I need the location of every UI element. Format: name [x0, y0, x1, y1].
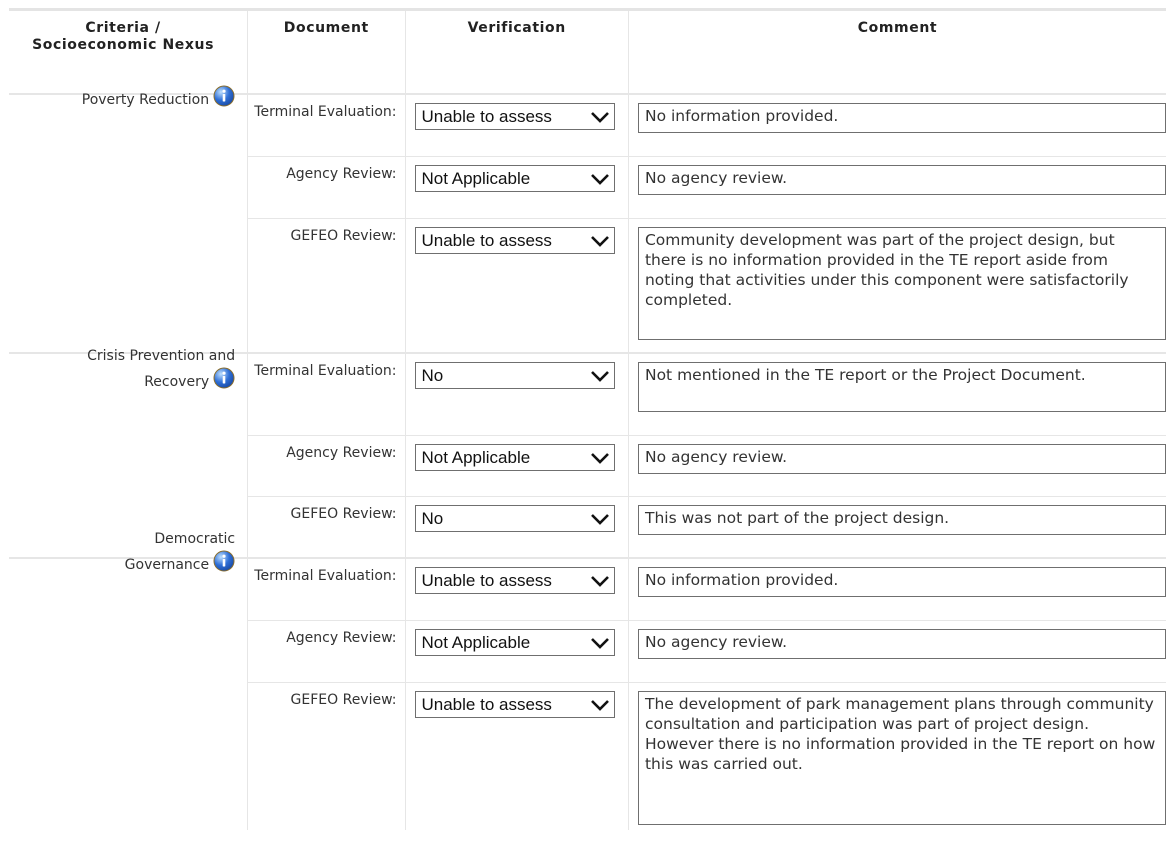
document-cell: Terminal Evaluation: [247, 353, 406, 436]
verification-cell: Not Applicable [405, 435, 629, 497]
criteria-label-wrap: Democratic Governance [9, 529, 247, 576]
table-row: Crisis Prevention and Recovery Terminal … [9, 348, 1166, 559]
document-cell: Agency Review: [247, 620, 406, 683]
comment-textarea[interactable]: No information provided. [637, 567, 1166, 597]
chevron-down-icon [590, 452, 609, 464]
chevron-down-icon [590, 637, 609, 649]
info-icon[interactable] [213, 367, 235, 389]
comment-cell: Community development was part of the pr… [628, 218, 1166, 354]
header-criteria-label: Criteria / Socioeconomic Nexus [32, 20, 215, 53]
verification-selected-value: Unable to assess [421, 571, 552, 590]
verification-select[interactable]: Unable to assess [414, 567, 615, 594]
comment-cell: No agency review. [628, 620, 1166, 683]
chevron-down-icon [590, 173, 609, 185]
header-document-label: Document [283, 20, 369, 36]
comment-textarea[interactable]: The development of park management plans… [637, 690, 1166, 825]
document-label: Agency Review: [286, 165, 397, 182]
document-label: Agency Review: [286, 444, 397, 461]
verification-cell: No [405, 496, 629, 559]
verification-cell: No [405, 353, 629, 436]
table-row: Poverty Reduction Terminal Evaluation: U… [9, 85, 1166, 354]
chevron-down-icon [590, 235, 609, 247]
document-cell: GEFEO Review: [247, 496, 406, 559]
verification-select[interactable]: Unable to assess [414, 690, 615, 718]
document-cell: GEFEO Review: [247, 218, 406, 354]
table-row: Democratic Governance Terminal Evaluatio… [9, 531, 1166, 830]
verification-selected-value: No [421, 366, 444, 385]
chevron-down-icon [590, 112, 609, 123]
criteria-cell-poverty-reduction: Poverty Reduction [9, 85, 249, 354]
chevron-down-icon [590, 371, 609, 382]
comment-cell: No information provided. [628, 558, 1166, 621]
verification-cell: Not Applicable [405, 620, 629, 683]
criteria-label-wrap: Crisis Prevention and Recovery [9, 346, 247, 393]
chevron-down-icon [590, 513, 609, 525]
header-row: Criteria / Socioeconomic Nexus Document … [9, 11, 1166, 95]
verification-select[interactable]: No [414, 504, 615, 532]
chevron-down-icon [590, 699, 609, 711]
header-verification: Verification [405, 11, 629, 95]
document-label: Terminal Evaluation: [254, 568, 397, 584]
header-verification-label: Verification [467, 20, 566, 36]
verification-select[interactable]: Not Applicable [414, 628, 615, 656]
verification-select[interactable]: Unable to assess [414, 226, 615, 254]
comment-textarea[interactable]: No agency review. [637, 628, 1166, 659]
criteria-review-form: Criteria / Socioeconomic Nexus Document … [0, 0, 1166, 842]
verification-cell: Unable to assess [405, 94, 629, 157]
verification-selected-value: Unable to assess [421, 230, 552, 250]
header-comment-label: Comment [857, 20, 938, 36]
verification-select[interactable]: Not Applicable [414, 443, 615, 471]
document-label: GEFEO Review: [290, 227, 397, 244]
comment-cell: No agency review. [628, 156, 1166, 219]
comment-cell: No agency review. [628, 435, 1166, 497]
verification-cell: Not Applicable [405, 156, 629, 219]
document-cell: GEFEO Review: [247, 682, 406, 830]
document-cell: Agency Review: [247, 435, 406, 497]
header-comment: Comment [628, 11, 1166, 95]
comment-cell: The development of park management plans… [628, 682, 1166, 830]
verification-select[interactable]: No [414, 362, 615, 389]
criteria-cell-crisis-prevention: Crisis Prevention and Recovery [9, 348, 249, 559]
document-cell: Agency Review: [247, 156, 406, 219]
header-document: Document [247, 11, 406, 95]
comment-textarea[interactable]: This was not part of the project design. [637, 504, 1166, 535]
comment-cell: This was not part of the project design. [628, 496, 1166, 559]
verification-selected-value: Unable to assess [421, 107, 552, 126]
comment-textarea[interactable]: No agency review. [637, 164, 1166, 195]
verification-select[interactable]: Unable to assess [414, 103, 615, 130]
criteria-cell-democratic-governance: Democratic Governance [9, 531, 249, 830]
verification-cell: Unable to assess [405, 218, 629, 354]
criteria-label-wrap: Poverty Reduction [9, 85, 247, 111]
comment-cell: Not mentioned in the TE report or the Pr… [628, 353, 1166, 436]
info-icon[interactable] [213, 550, 235, 572]
document-label: GEFEO Review: [290, 691, 397, 708]
verification-selected-value: Not Applicable [421, 447, 531, 467]
document-label: GEFEO Review: [290, 505, 397, 522]
comment-textarea[interactable]: Not mentioned in the TE report or the Pr… [637, 362, 1166, 412]
comment-textarea[interactable]: Community development was part of the pr… [637, 226, 1166, 340]
verification-cell: Unable to assess [405, 558, 629, 621]
header-criteria: Criteria / Socioeconomic Nexus [9, 11, 249, 95]
verification-select[interactable]: Not Applicable [414, 164, 615, 192]
verification-cell: Unable to assess [405, 682, 629, 830]
comment-textarea[interactable]: No agency review. [637, 443, 1166, 474]
comment-textarea[interactable]: No information provided. [637, 103, 1166, 133]
verification-selected-value: No [421, 508, 444, 528]
document-cell: Terminal Evaluation: [247, 558, 406, 621]
criteria-table: Criteria / Socioeconomic Nexus Document … [9, 11, 1166, 830]
document-label: Terminal Evaluation: [254, 363, 397, 379]
verification-selected-value: Not Applicable [421, 168, 531, 188]
verification-selected-value: Unable to assess [421, 694, 552, 714]
verification-selected-value: Not Applicable [421, 632, 531, 652]
chevron-down-icon [590, 576, 609, 587]
document-cell: Terminal Evaluation: [247, 94, 406, 157]
info-icon[interactable] [213, 85, 235, 107]
document-label: Agency Review: [286, 629, 397, 646]
criteria-label: Poverty Reduction [81, 92, 210, 108]
document-label: Terminal Evaluation: [254, 104, 397, 120]
comment-cell: No information provided. [628, 94, 1166, 157]
